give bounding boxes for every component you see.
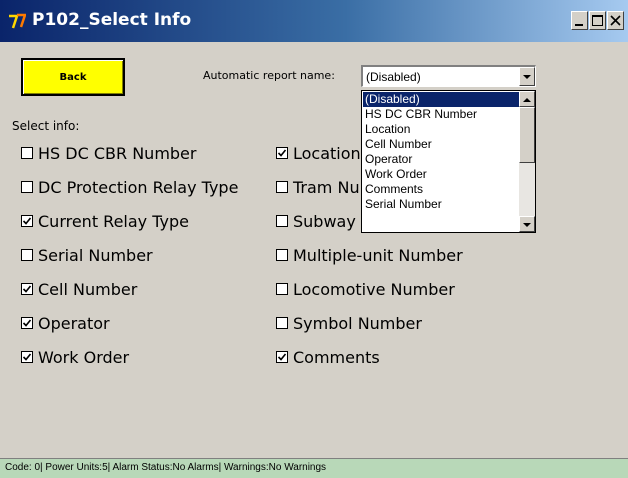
title-bar: P102_Select Info xyxy=(0,0,628,42)
close-button[interactable] xyxy=(607,11,624,30)
checkbox-checked-icon[interactable] xyxy=(21,283,33,295)
checkbox-label: Symbol Number xyxy=(293,313,422,333)
dropdown-option[interactable]: Comments xyxy=(363,182,519,197)
checkbox-label: Subway xyxy=(293,211,356,231)
dropdown-option[interactable]: Location xyxy=(363,122,519,137)
scroll-thumb[interactable] xyxy=(519,107,535,163)
select-info-label: Select info: xyxy=(12,119,80,133)
auto-report-value: (Disabled) xyxy=(366,70,421,84)
checkbox-checked-icon[interactable] xyxy=(21,317,33,329)
info-checkbox[interactable]: Multiple-unit Number xyxy=(276,244,463,266)
minimize-button[interactable] xyxy=(571,11,588,30)
auto-report-dropdown-list: (Disabled) HS DC CBR Number Location Cell N… xyxy=(361,90,536,233)
checkbox-checked-icon[interactable] xyxy=(276,351,288,363)
close-icon xyxy=(610,15,621,26)
checkbox-checked-icon[interactable] xyxy=(276,147,288,159)
chevron-down-icon xyxy=(523,75,531,79)
client-area: Back Automatic report name: (Disabled) (… xyxy=(0,42,628,458)
dropdown-scrollbar[interactable] xyxy=(519,91,535,232)
info-checkbox[interactable]: Comments xyxy=(276,346,380,368)
checkbox-unchecked-icon[interactable] xyxy=(276,283,288,295)
checkbox-checked-icon[interactable] xyxy=(21,215,33,227)
arrow-up-icon xyxy=(523,98,531,102)
checkbox-unchecked-icon[interactable] xyxy=(21,181,33,193)
checkbox-unchecked-icon[interactable] xyxy=(276,249,288,261)
checkbox-unchecked-icon[interactable] xyxy=(21,147,33,159)
maximize-icon xyxy=(592,15,603,26)
info-checkbox[interactable]: Subway xyxy=(276,210,356,232)
checkmark-icon xyxy=(22,217,32,225)
status-bar: Code: 0| Power Units:5| Alarm Status:No … xyxy=(0,458,628,478)
checkbox-unchecked-icon[interactable] xyxy=(276,215,288,227)
checkbox-label: Comments xyxy=(293,347,380,367)
checkbox-label: Operator xyxy=(38,313,110,333)
checkbox-label: DC Protection Relay Type xyxy=(38,177,239,197)
back-button[interactable]: Back xyxy=(21,58,125,96)
info-checkbox[interactable]: Symbol Number xyxy=(276,312,422,334)
checkmark-icon xyxy=(277,149,287,157)
minimize-icon xyxy=(575,24,583,26)
info-checkbox[interactable]: Serial Number xyxy=(21,244,153,266)
info-checkbox[interactable]: Tram Nu xyxy=(276,176,360,198)
dropdown-option[interactable]: (Disabled) xyxy=(363,92,519,107)
info-checkbox[interactable]: Operator xyxy=(21,312,110,334)
checkbox-label: HS DC CBR Number xyxy=(38,143,197,163)
checkbox-label: Location xyxy=(293,143,361,163)
arrow-down-icon xyxy=(523,223,531,227)
auto-report-combo[interactable]: (Disabled) xyxy=(361,65,536,87)
checkbox-unchecked-icon[interactable] xyxy=(276,181,288,193)
dropdown-option[interactable]: Operator xyxy=(363,152,519,167)
checkbox-checked-icon[interactable] xyxy=(21,351,33,363)
checkmark-icon xyxy=(22,353,32,361)
checkmark-icon xyxy=(277,353,287,361)
info-checkbox[interactable]: Location xyxy=(276,142,361,164)
info-checkbox[interactable]: HS DC CBR Number xyxy=(21,142,196,164)
checkbox-label: Work Order xyxy=(38,347,130,367)
app-logo-icon xyxy=(8,12,27,30)
info-checkbox[interactable]: Work Order xyxy=(21,346,129,368)
checkbox-label: Multiple-unit Number xyxy=(293,245,463,265)
status-text: Code: 0| Power Units:5| Alarm Status:No … xyxy=(5,462,327,473)
checkbox-unchecked-icon[interactable] xyxy=(21,249,33,261)
dropdown-option[interactable]: HS DC CBR Number xyxy=(363,107,519,122)
info-checkbox[interactable]: DC Protection Relay Type xyxy=(21,176,238,198)
info-checkbox[interactable]: Cell Number xyxy=(21,278,137,300)
dropdown-option[interactable]: Work Order xyxy=(363,167,519,182)
checkbox-unchecked-icon[interactable] xyxy=(276,317,288,329)
checkbox-label: Serial Number xyxy=(38,245,153,265)
dropdown-option[interactable]: Serial Number xyxy=(363,197,519,212)
scroll-up-button[interactable] xyxy=(519,91,535,107)
auto-report-label: Automatic report name: xyxy=(203,69,335,82)
checkbox-label: Locomotive Number xyxy=(293,279,455,299)
maximize-button[interactable] xyxy=(589,11,606,30)
checkmark-icon xyxy=(22,319,32,327)
window-title: P102_Select Info xyxy=(32,10,192,30)
checkbox-label: Tram Nu xyxy=(293,177,360,197)
info-checkbox[interactable]: Locomotive Number xyxy=(276,278,455,300)
dropdown-toggle-button[interactable] xyxy=(519,67,535,86)
info-checkbox[interactable]: Current Relay Type xyxy=(21,210,189,232)
dropdown-option[interactable]: Cell Number xyxy=(363,137,519,152)
checkmark-icon xyxy=(22,285,32,293)
checkbox-label: Cell Number xyxy=(38,279,138,299)
checkbox-label: Current Relay Type xyxy=(38,211,189,231)
scroll-down-button[interactable] xyxy=(519,216,535,232)
